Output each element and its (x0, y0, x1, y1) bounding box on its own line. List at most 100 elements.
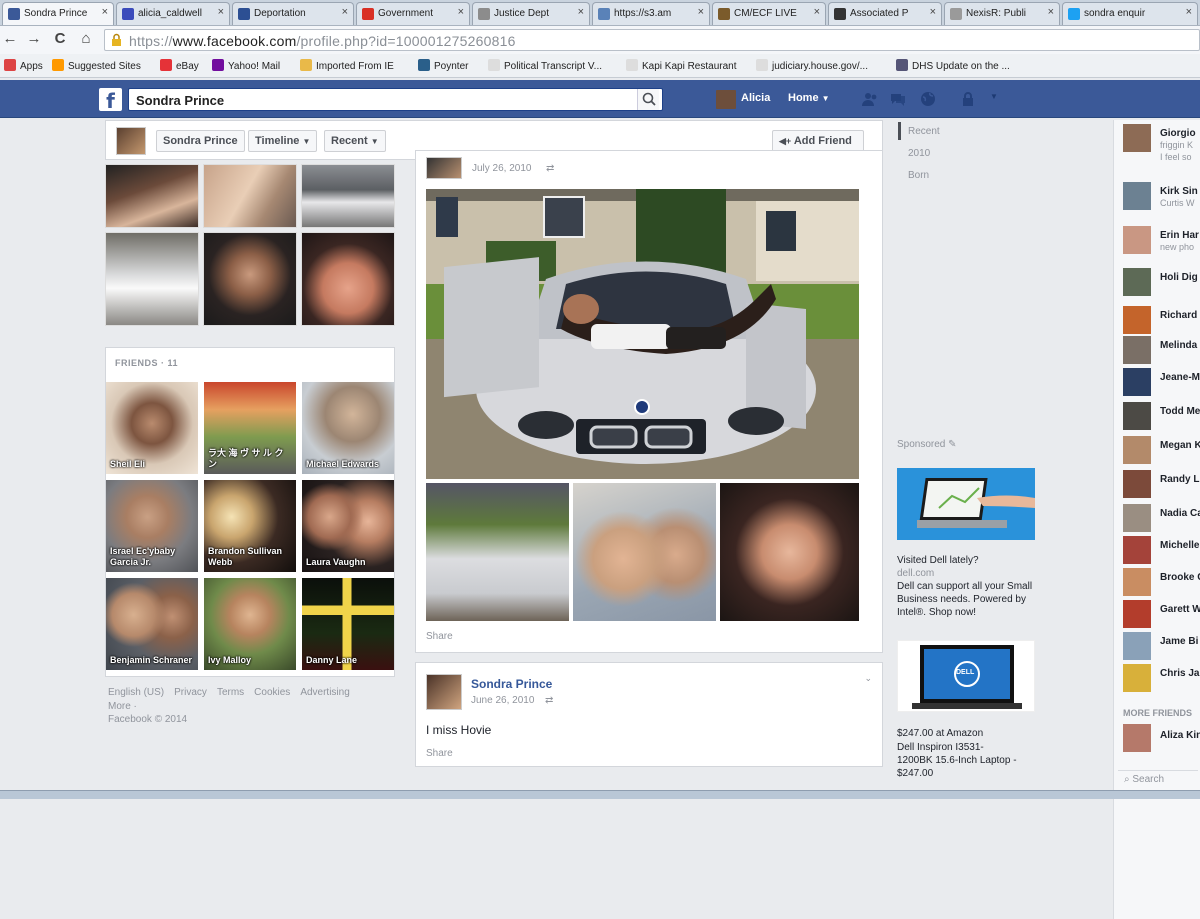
user-name-link[interactable]: Alicia (741, 92, 770, 104)
post-options-chevron-icon[interactable]: ⌄ (864, 673, 872, 684)
post-photo[interactable] (573, 483, 716, 621)
chat-contact-name[interactable]: Aliza Kin (1160, 730, 1200, 741)
post-photo[interactable] (720, 483, 859, 621)
edit-icon[interactable]: ✎ (948, 439, 956, 450)
friends-title[interactable]: FRIENDS (115, 358, 158, 368)
chat-avatar[interactable] (1123, 336, 1151, 364)
bookmark-item[interactable]: eBay (160, 59, 199, 72)
browser-tab[interactable]: NexisR: Publi × (944, 2, 1060, 25)
ad-title-link[interactable]: $247.00 at Amazon (897, 727, 983, 740)
bookmark-item[interactable]: Poynter (418, 59, 468, 72)
timeline-nav-item[interactable]: 2010 (908, 148, 930, 159)
friend-name[interactable]: ラ大 海 ヴ サ ル ク ン (208, 448, 293, 470)
friend-tile[interactable]: Danny Lane (302, 578, 394, 670)
chat-contact-name[interactable]: Megan K (1160, 440, 1200, 451)
forward-button[interactable]: → (24, 30, 44, 47)
chat-contact-name[interactable]: Brooke C (1160, 572, 1200, 583)
chat-avatar[interactable] (1123, 368, 1151, 396)
chat-avatar[interactable] (1123, 182, 1151, 210)
close-icon[interactable]: × (102, 6, 108, 18)
address-bar[interactable]: https://www.facebook.com/profile.php?id=… (104, 29, 1200, 51)
bookmark-item[interactable]: DHS Update on the ... (896, 59, 1010, 72)
search-icon[interactable] (637, 89, 659, 110)
search-input[interactable]: Sondra Prince (128, 88, 663, 111)
close-icon[interactable]: × (342, 6, 348, 18)
reload-button[interactable]: C (50, 30, 70, 47)
chat-avatar[interactable] (1123, 306, 1151, 334)
post-date[interactable]: June 26, 2010 (471, 695, 534, 706)
share-link[interactable]: Share (426, 631, 453, 642)
chat-contact-name[interactable]: Todd Me (1160, 406, 1200, 417)
friend-name[interactable]: Danny Lane (306, 655, 391, 666)
chat-contact-name[interactable]: Michelle (1160, 540, 1199, 551)
close-icon[interactable]: × (814, 6, 820, 18)
close-icon[interactable]: × (930, 6, 936, 18)
audience-icon[interactable]: ⇄ (545, 695, 553, 706)
post-main-photo[interactable] (426, 189, 859, 479)
messages-icon[interactable] (890, 91, 906, 107)
chat-avatar[interactable] (1123, 268, 1151, 296)
close-icon[interactable]: × (578, 6, 584, 18)
ad-title-link[interactable]: Visited Dell lately? (897, 554, 979, 567)
chat-avatar[interactable] (1123, 504, 1151, 532)
chat-contact-name[interactable]: Richard (1160, 310, 1197, 321)
friend-tile[interactable]: Laura Vaughn (302, 480, 394, 572)
bookmark-item[interactable]: Kapi Kapi Restaurant (626, 59, 737, 72)
ad-image[interactable]: DELL (897, 640, 1035, 712)
home-button[interactable]: ⌂ (76, 30, 96, 47)
avatar[interactable] (426, 157, 462, 179)
friend-name[interactable]: Brandon Sullivan Webb (208, 546, 293, 568)
profile-thumbnail[interactable] (116, 127, 146, 155)
chat-avatar[interactable] (1123, 664, 1151, 692)
settings-chevron-icon[interactable]: ▼ (990, 92, 998, 101)
chat-contact-name[interactable]: Holi Dig (1160, 272, 1198, 283)
timeline-nav-item[interactable]: Recent (908, 126, 940, 137)
friend-tile[interactable]: ラ大 海 ヴ サ ル ク ン (204, 382, 296, 474)
chat-search-input[interactable]: ⌕ Search (1118, 770, 1198, 788)
close-icon[interactable]: × (218, 6, 224, 18)
ad-domain[interactable]: dell.com (897, 567, 934, 580)
browser-tab[interactable]: Government × (356, 2, 470, 25)
close-icon[interactable]: × (458, 6, 464, 18)
bookmark-item[interactable]: Apps (4, 59, 43, 72)
post-photo[interactable] (426, 483, 569, 621)
close-icon[interactable]: × (698, 6, 704, 18)
footer-link[interactable]: Terms (217, 687, 244, 698)
add-friend-button[interactable]: ◀+ Add Friend (772, 130, 864, 152)
browser-tab[interactable]: Sondra Prince × (2, 2, 114, 25)
friend-tile[interactable]: Sheil Eli (106, 382, 198, 474)
chat-contact-name[interactable]: Garett W (1160, 604, 1200, 615)
timeline-dropdown[interactable]: Timeline ▼ (248, 130, 318, 152)
recent-dropdown[interactable]: Recent ▼ (324, 130, 386, 152)
chat-contact-name[interactable]: Giorgio (1160, 128, 1196, 139)
friend-name[interactable]: Laura Vaughn (306, 557, 391, 568)
chat-contact-name[interactable]: Nadia Ca (1160, 508, 1200, 519)
photo-thumbnail[interactable] (105, 232, 199, 326)
browser-tab[interactable]: CM/ECF LIVE × (712, 2, 826, 25)
share-link[interactable]: Share (426, 748, 453, 759)
chat-avatar[interactable] (1123, 436, 1151, 464)
bookmark-item[interactable]: Suggested Sites (52, 59, 141, 72)
browser-tab[interactable]: https://s3.am × (592, 2, 710, 25)
close-icon[interactable]: × (1048, 6, 1054, 18)
photo-thumbnail[interactable] (203, 232, 297, 326)
audience-icon[interactable]: ⇄ (546, 163, 554, 174)
chat-contact-name[interactable]: Kirk Sin (1160, 186, 1198, 197)
footer-link[interactable]: English (US) (108, 687, 164, 698)
photo-thumbnail[interactable] (301, 164, 395, 228)
chat-contact-name[interactable]: Jame Bi (1160, 636, 1198, 647)
chat-avatar[interactable] (1123, 600, 1151, 628)
back-button[interactable]: ← (0, 30, 20, 47)
post-author[interactable]: Sondra Prince (471, 677, 552, 691)
ad-image[interactable] (897, 468, 1035, 540)
browser-tab[interactable]: alicia_caldwell × (116, 2, 230, 25)
chat-avatar[interactable] (1123, 470, 1151, 498)
friend-tile[interactable]: Ivy Malloy (204, 578, 296, 670)
chat-contact-name[interactable]: Erin Har (1160, 230, 1199, 241)
browser-tab[interactable]: Associated P × (828, 2, 942, 25)
home-link[interactable]: Home ▼ (788, 92, 830, 104)
bookmark-item[interactable]: Political Transcript V... (488, 59, 602, 72)
photo-thumbnail[interactable] (105, 164, 199, 228)
friend-name[interactable]: Michael Edwards (306, 459, 391, 470)
footer-link[interactable]: Cookies (254, 687, 290, 698)
